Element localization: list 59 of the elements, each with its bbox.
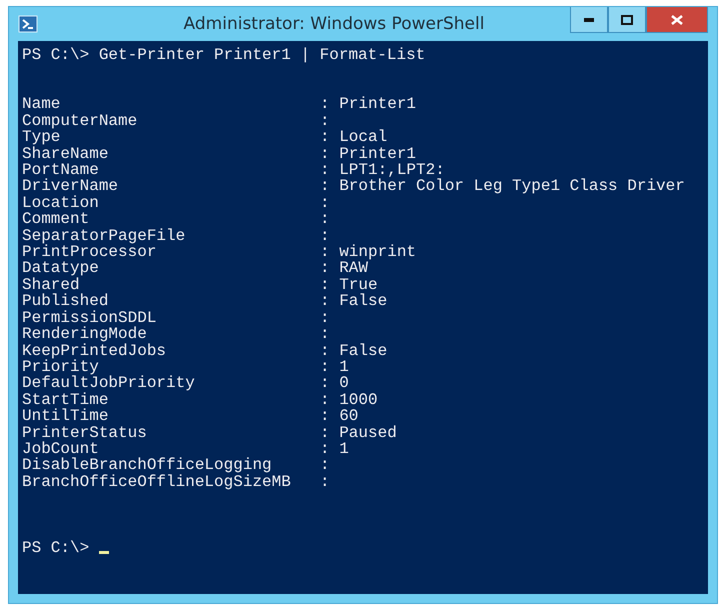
property-value: : 1 (320, 358, 349, 376)
property-name: DisableBranchOfficeLogging (22, 457, 272, 474)
property-name: RenderingMode (22, 326, 147, 342)
property-name: KeepPrintedJobs (22, 342, 168, 359)
property-value: : (320, 228, 330, 244)
property-value: : (320, 211, 330, 228)
window-title: Administrator: Windows PowerShell (182, 14, 486, 34)
close-button[interactable] (646, 7, 708, 33)
property-name: SeparatorPageFile (22, 228, 186, 244)
property-value: : 60 (320, 408, 358, 425)
property-value: : Printer1 (320, 146, 416, 162)
property-name: Location (22, 194, 100, 212)
property-value: : Brother Color Leg Type1 Class Driver (320, 178, 685, 195)
property-name: PrintProcessor (22, 244, 156, 260)
property-value: : (320, 457, 330, 474)
property-name: ComputerName (22, 112, 138, 130)
property-value: : Paused (320, 424, 397, 441)
property-value: : Printer1 (320, 96, 416, 113)
maximize-icon (621, 14, 633, 24)
property-name: Published (22, 293, 108, 310)
property-name: UntilTime (22, 408, 108, 425)
property-name: Comment (22, 211, 90, 228)
property-value: : (320, 326, 330, 342)
property-value: : (320, 112, 330, 130)
property-name: ShareName (22, 146, 110, 162)
property-name: PrinterStatus (22, 424, 148, 441)
property-name: BranchOfficeOfflineLogSizeMB (22, 474, 292, 490)
powershell-icon (18, 15, 38, 33)
property-value: : Local (320, 129, 388, 146)
property-value: : (320, 474, 330, 490)
property-value: : True (320, 276, 378, 294)
property-value: : (320, 310, 330, 326)
property-value: : (320, 194, 330, 212)
property-name: Name (22, 96, 62, 113)
command-line: PS C:\> Get-Printer Printer1 | Format-List (22, 47, 426, 64)
property-value: : winprint (320, 244, 416, 260)
property-value: : 0 (320, 375, 349, 392)
property-value: : RAW (320, 260, 368, 277)
property-name: DriverName (22, 178, 120, 195)
property-name: PermissionSDDL (22, 310, 158, 326)
property-name: Shared (22, 276, 80, 294)
close-icon (671, 14, 683, 24)
prompt-text: PS C:\> (22, 540, 90, 557)
property-value: : False (320, 342, 388, 359)
minimize-icon (584, 18, 594, 22)
property-name: PortName (22, 162, 99, 178)
property-value: : False (320, 293, 388, 310)
text-cursor (99, 551, 110, 554)
property-name: Type (22, 129, 60, 146)
maximize-button[interactable] (608, 7, 646, 33)
property-name: StartTime (22, 392, 110, 408)
property-name: Datatype (22, 260, 100, 277)
property-name: Priority (22, 358, 99, 376)
property-value: : 1000 (320, 392, 378, 408)
minimize-button[interactable] (570, 7, 608, 33)
property-value: : LPT1:,LPT2: (320, 162, 445, 178)
property-name: JobCount (22, 440, 99, 458)
property-value: : 1 (320, 440, 349, 458)
property-name: DefaultJobPriority (22, 375, 196, 392)
